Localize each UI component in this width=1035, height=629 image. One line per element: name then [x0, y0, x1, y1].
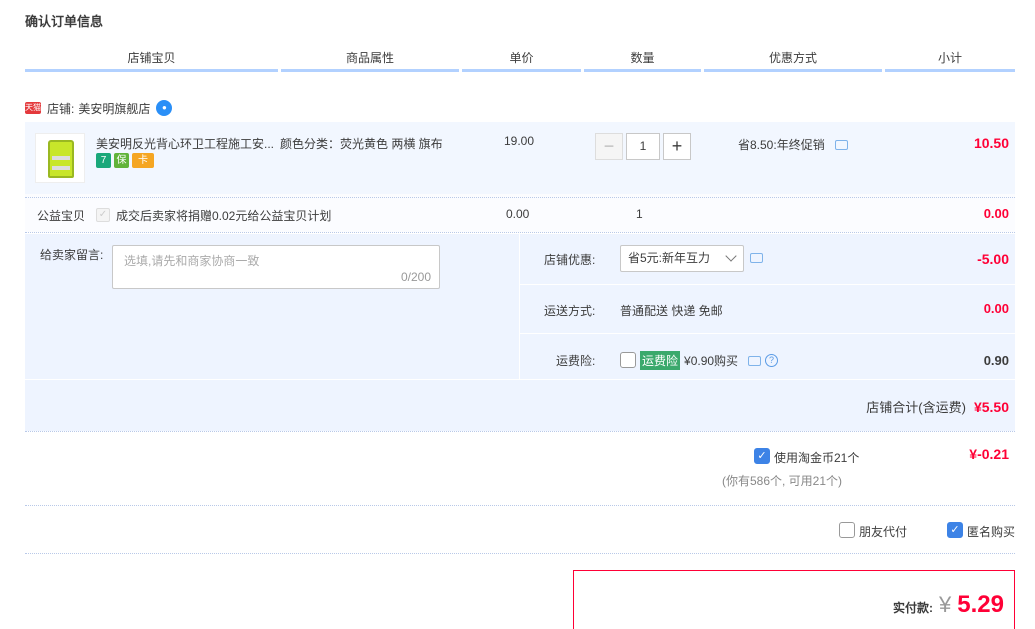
coins-value: ¥-0.21	[969, 446, 1009, 462]
memo-placeholder: 选填,请先和商家协商一致	[124, 254, 260, 268]
chevron-down-icon	[725, 250, 737, 262]
anonymous-checkbox[interactable]: ✓	[947, 522, 963, 538]
memo-textarea[interactable]: 选填,请先和商家协商一致 0/200	[112, 245, 440, 289]
memo-label: 给卖家留言:	[40, 248, 104, 262]
shop-total: 店铺合计(含运费) ¥5.50	[866, 397, 1009, 416]
item-price: 19.00	[504, 134, 535, 148]
quantity-increase-button[interactable]: +	[663, 133, 691, 160]
shop-total-label: 店铺合计(含运费)	[866, 400, 966, 415]
coins-note: (你有586个, 可用21个)	[722, 474, 843, 488]
coins-checkbox[interactable]: ✓	[754, 448, 770, 464]
col-header-price: 单价	[462, 48, 581, 72]
help-icon[interactable]: ?	[765, 354, 779, 367]
table-header: 店铺宝贝 商品属性 单价 数量 优惠方式 小计	[25, 48, 1015, 72]
quantity-stepper: − 1 +	[595, 133, 691, 160]
shop-total-value: ¥5.50	[973, 398, 1009, 415]
promo-text: 省8.50:年终促销	[738, 138, 825, 152]
panel-divider	[519, 333, 1015, 334]
freight-insurance-tag: 运费险	[640, 351, 681, 370]
comment-icon[interactable]	[750, 253, 763, 263]
comment-icon[interactable]	[748, 355, 762, 366]
freight-insurance-text: ¥0.90购买	[684, 354, 739, 368]
charity-text: 成交后卖家将捐赠0.02元给公益宝贝计划	[116, 209, 332, 223]
charity-subtotal: 0.00	[983, 206, 1009, 221]
charity-label: 公益宝贝	[37, 209, 86, 223]
panel-divider	[519, 234, 520, 380]
shipping-value: 0.00	[983, 301, 1009, 316]
wangwang-chat-icon[interactable]: ●	[156, 100, 173, 116]
shipping-method: 普通配送 快递 免邮	[620, 304, 723, 318]
divider	[25, 553, 1015, 554]
shop-discount-label: 店铺优惠:	[544, 253, 596, 267]
shop-name-link[interactable]: 美安明旗舰店	[78, 100, 150, 117]
comment-icon[interactable]	[834, 139, 848, 150]
item-thumbnail[interactable]	[35, 133, 85, 183]
charity-checkbox: ✓	[96, 208, 110, 222]
col-header-quantity: 数量	[584, 48, 701, 72]
shop-label: 店铺:	[47, 101, 75, 116]
item-property: 颜色分类：荧光黄色 两横 旗布	[280, 137, 443, 151]
shipping-label: 运送方式:	[544, 304, 596, 318]
shop-discount-selected: 省5元:新年互力	[628, 251, 711, 265]
credit-card-icon[interactable]: 卡	[132, 153, 154, 168]
freight-insurance-label: 运费险:	[556, 354, 596, 368]
vest-image	[48, 140, 74, 178]
item-row	[25, 122, 1015, 194]
payment-currency: ¥	[939, 592, 952, 617]
divider	[25, 431, 1015, 432]
memo-char-count: 0/200	[400, 270, 431, 284]
freight-insurance-offer: 运费险 ¥0.90购买 ?	[640, 351, 779, 370]
friend-pay-checkbox[interactable]	[839, 522, 855, 538]
divider	[25, 505, 1015, 506]
shop-row: 天猫 店铺: 美安明旗舰店 ●	[25, 99, 173, 117]
col-header-subtotal: 小计	[885, 48, 1015, 72]
guarantee-icon[interactable]: 保	[114, 153, 129, 168]
payment-amount: 5.29	[957, 591, 1004, 618]
item-promo: 省8.50:年终促销	[738, 136, 848, 153]
shop-discount-value: -5.00	[977, 251, 1009, 267]
payment-total: 实付款: ¥ 5.29	[893, 591, 1004, 619]
panel-divider	[25, 379, 1015, 380]
panel-divider	[519, 284, 1015, 285]
shop-discount-select[interactable]: 省5元:新年互力	[620, 245, 744, 272]
page-title: 确认订单信息	[25, 14, 104, 29]
item-title-link[interactable]: 美安明反光背心环卫工程施工安...	[96, 135, 276, 152]
item-subtotal: 10.50	[973, 135, 1009, 151]
quantity-input[interactable]: 1	[626, 133, 660, 160]
coins-label: 使用淘金币21个	[774, 451, 860, 465]
divider	[25, 232, 1015, 233]
freight-insurance-value: 0.90	[983, 353, 1009, 368]
col-header-property: 商品属性	[281, 48, 459, 72]
tmall-icon: 天猫	[25, 102, 41, 114]
col-header-promo: 优惠方式	[704, 48, 882, 72]
seven-day-return-icon[interactable]: 7	[96, 153, 111, 168]
col-header-item: 店铺宝贝	[25, 48, 278, 72]
quantity-decrease-button[interactable]: −	[595, 133, 623, 160]
service-icons: 7 保 卡	[96, 153, 154, 168]
divider	[25, 197, 1015, 198]
anonymous-label: 匿名购买	[967, 525, 1016, 539]
friend-pay-label: 朋友代付	[859, 525, 908, 539]
charity-quantity: 1	[636, 207, 643, 221]
payment-summary: 实付款: ¥ 5.29	[573, 570, 1015, 629]
payment-label: 实付款:	[893, 601, 934, 615]
freight-insurance-checkbox[interactable]	[620, 352, 636, 368]
charity-price: 0.00	[506, 207, 530, 221]
